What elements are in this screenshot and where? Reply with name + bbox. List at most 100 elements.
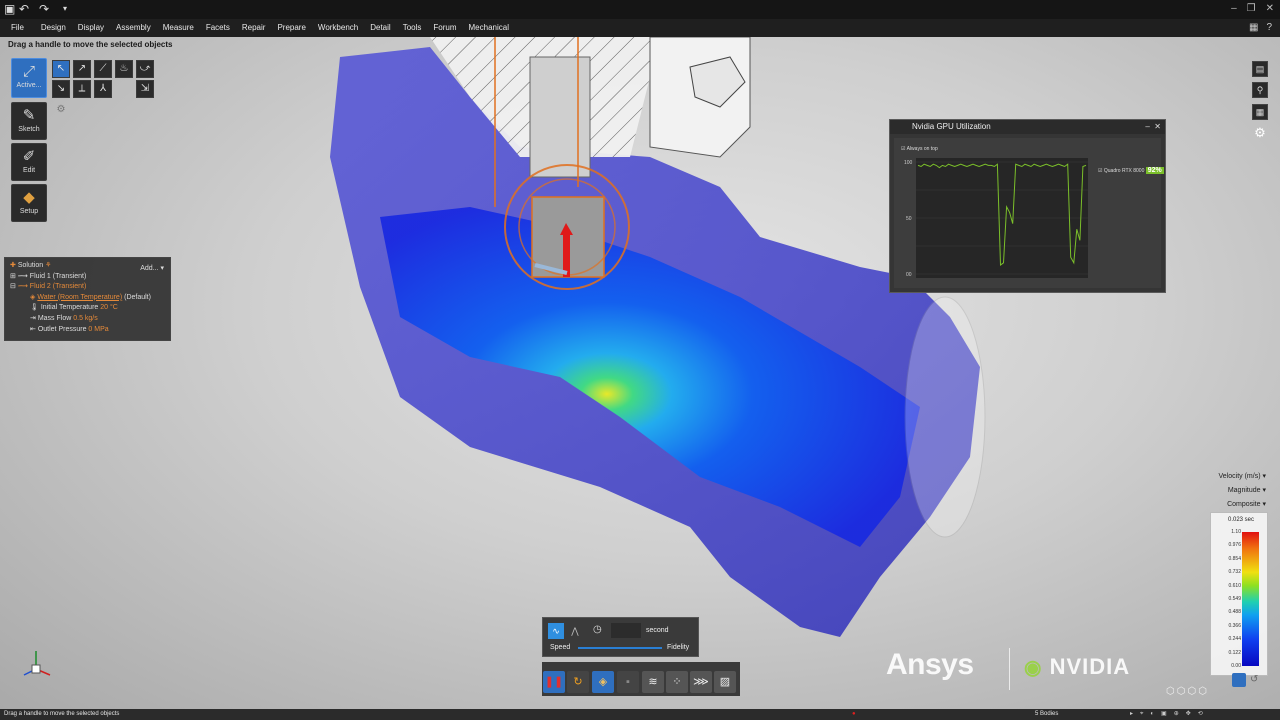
time-input[interactable] <box>611 623 641 638</box>
gpu-utilization-window[interactable]: Nvidia GPU Utilization – ✕ ☑ Always on t… <box>889 119 1166 293</box>
visibility-icon[interactable]: ◐ <box>1150 709 1154 720</box>
help-icon[interactable]: ? <box>1266 22 1272 33</box>
quick-access-menu-icon[interactable]: ▾ <box>63 4 67 13</box>
grid-view-icon[interactable]: ▦ <box>1252 104 1268 120</box>
restart-icon[interactable]: ↻ <box>567 671 589 693</box>
add-dropdown[interactable]: Add... ▾ <box>140 264 164 272</box>
edit-label: Edit <box>22 167 36 174</box>
menu-forum[interactable]: Forum <box>427 19 462 37</box>
fluid2-label: Fluid 2 (Transient) <box>29 283 87 291</box>
setup-button[interactable]: ◆ Setup <box>11 184 47 222</box>
tree-material[interactable]: ◈ Water (Room Temperature) (Default) <box>10 293 165 304</box>
menu-facets[interactable]: Facets <box>200 19 236 37</box>
undo-icon[interactable]: ↶ <box>19 2 29 16</box>
axis-tool-icon[interactable]: ⅄ <box>94 80 112 98</box>
menu-assembly[interactable]: Assembly <box>110 19 157 37</box>
layout-icon[interactable]: ▦ <box>1249 22 1258 33</box>
component-dropdown[interactable]: Magnitude ▾ <box>1228 486 1266 498</box>
gear-icon[interactable]: ⚙ <box>1252 126 1268 142</box>
gpu-percent-badge: 92% <box>1145 167 1164 174</box>
restore-icon[interactable]: ❐ <box>1247 3 1256 14</box>
pull-tool-icon[interactable]: ↗ <box>73 60 91 78</box>
close-icon[interactable]: ✕ <box>1154 122 1161 131</box>
rotate-view-icon[interactable]: ⟲ <box>1198 709 1203 720</box>
viewport-hint: Drag a handle to move the selected objec… <box>8 40 173 49</box>
fluid1-label: Fluid 1 (Transient) <box>29 272 87 280</box>
blend-tool-icon[interactable]: ↘ <box>52 80 70 98</box>
view-iso-icon[interactable]: ⬡ <box>1177 686 1186 697</box>
tree-fluid2[interactable]: ⊟ ⟿ Fluid 2 (Transient) <box>10 282 165 293</box>
pin-tool-icon[interactable]: ⇲ <box>136 80 154 98</box>
tree-initial-temp[interactable]: 🌡 Initial Temperature 20 °C <box>10 303 165 314</box>
variable-dropdown[interactable]: Velocity (m/s) ▾ <box>1219 472 1266 484</box>
menu-detail[interactable]: Detail <box>364 19 396 37</box>
menu-file[interactable]: File <box>0 19 35 37</box>
structure-view-icon[interactable]: ▤ <box>1252 61 1268 77</box>
pause-button[interactable]: ❚❚ <box>543 671 565 693</box>
always-on-top-checkbox[interactable]: ☑ Always on top <box>901 146 938 152</box>
split-tool-icon[interactable]: ⟂ <box>73 80 91 98</box>
material-link[interactable]: Water (Room Temperature) <box>37 294 122 301</box>
minimize-icon[interactable]: – <box>1145 122 1149 131</box>
init-temp-value[interactable]: 20 °C <box>100 304 118 311</box>
view-side-icon[interactable]: ⬡ <box>1187 686 1196 697</box>
active-tool-button[interactable]: ⤢ Active... <box>11 58 47 98</box>
particles-icon[interactable]: ⁘ <box>666 671 688 693</box>
menu-design[interactable]: Design <box>35 19 72 37</box>
gpu-window-titlebar[interactable]: Nvidia GPU Utilization – ✕ <box>890 120 1165 134</box>
redo-icon[interactable]: ↷ <box>39 2 49 16</box>
contour-plane-icon[interactable]: ▨ <box>714 671 736 693</box>
thermometer-icon: 🌡 <box>30 304 39 312</box>
mass-flow-value[interactable]: 0.5 kg/s <box>73 315 98 322</box>
close-icon[interactable]: ✕ <box>1266 3 1274 14</box>
ansys-logo: Ansys <box>886 648 974 681</box>
time-unit-label: second <box>646 627 669 634</box>
show-body-icon[interactable]: ◈ <box>592 671 614 693</box>
body-count: 5 Bodies <box>1035 711 1059 717</box>
move-tool-icon[interactable]: ⟋ <box>94 60 112 78</box>
peak-icon[interactable]: ⋀ <box>567 623 583 639</box>
menu-measure[interactable]: Measure <box>157 19 200 37</box>
fill-tool-icon[interactable]: ♨ <box>115 60 133 78</box>
setup-label: Setup <box>19 208 39 215</box>
menu-prepare[interactable]: Prepare <box>271 19 311 37</box>
zoom-icon[interactable]: ⊕ <box>1174 709 1179 720</box>
select-mode-icon[interactable]: ▸ <box>1130 709 1133 720</box>
hide-body-icon[interactable]: ▪ <box>617 671 639 693</box>
view-top-icon[interactable]: ⬡ <box>1198 686 1207 697</box>
gpu-name: Quadro RTX 8000 <box>1103 168 1145 174</box>
reset-legend-icon[interactable]: ↺ <box>1250 674 1258 685</box>
settings-gear-small-icon[interactable]: ⚙ <box>52 102 70 120</box>
filter-icon[interactable]: ▣ <box>1161 709 1167 720</box>
streamlines-icon[interactable]: ≋ <box>642 671 664 693</box>
view-front-icon[interactable]: ⬡ <box>1166 686 1175 697</box>
combine-tool-icon[interactable]: ⤻ <box>136 60 154 78</box>
menu-bar: File Design Display Assembly Measure Fac… <box>0 19 1280 37</box>
color-bar[interactable] <box>1242 532 1259 666</box>
error-indicator-icon[interactable]: ● <box>852 709 856 720</box>
snap-icon[interactable]: ⌖ <box>1140 709 1143 720</box>
minimize-icon[interactable]: – <box>1231 3 1237 14</box>
menu-display[interactable]: Display <box>72 19 110 37</box>
mode-dropdown[interactable]: Composite ▾ <box>1227 500 1266 512</box>
waveform-icon[interactable]: ∿ <box>548 623 564 639</box>
edit-button[interactable]: ✐ Edit <box>11 143 47 181</box>
vectors-icon[interactable]: ⋙ <box>690 671 712 693</box>
outlet-value[interactable]: 0 MPa <box>88 326 108 333</box>
pan-icon[interactable]: ✥ <box>1186 709 1191 720</box>
always-on-top-label: Always on top <box>906 146 938 152</box>
y-tick-100: 100 <box>904 160 913 166</box>
select-tool-icon[interactable]: ↖ <box>52 60 70 78</box>
legend-pin-icon[interactable] <box>1232 673 1246 687</box>
menu-repair[interactable]: Repair <box>236 19 272 37</box>
menu-workbench[interactable]: Workbench <box>312 19 364 37</box>
sketch-button[interactable]: ✎ Sketch <box>11 102 47 140</box>
tree-fluid1[interactable]: ⊞ ⟿ Fluid 1 (Transient) <box>10 272 165 283</box>
tree-mass-flow[interactable]: ⇥ Mass Flow 0.5 kg/s <box>10 314 165 325</box>
menu-mechanical[interactable]: Mechanical <box>463 19 515 37</box>
menu-tools[interactable]: Tools <box>397 19 428 37</box>
speed-fidelity-slider[interactable] <box>578 647 662 649</box>
pencil-icon: ✎ <box>22 107 36 124</box>
probe-icon[interactable]: ⚲ <box>1252 82 1268 98</box>
tree-outlet-pressure[interactable]: ⇤ Outlet Pressure 0 MPa <box>10 325 165 336</box>
